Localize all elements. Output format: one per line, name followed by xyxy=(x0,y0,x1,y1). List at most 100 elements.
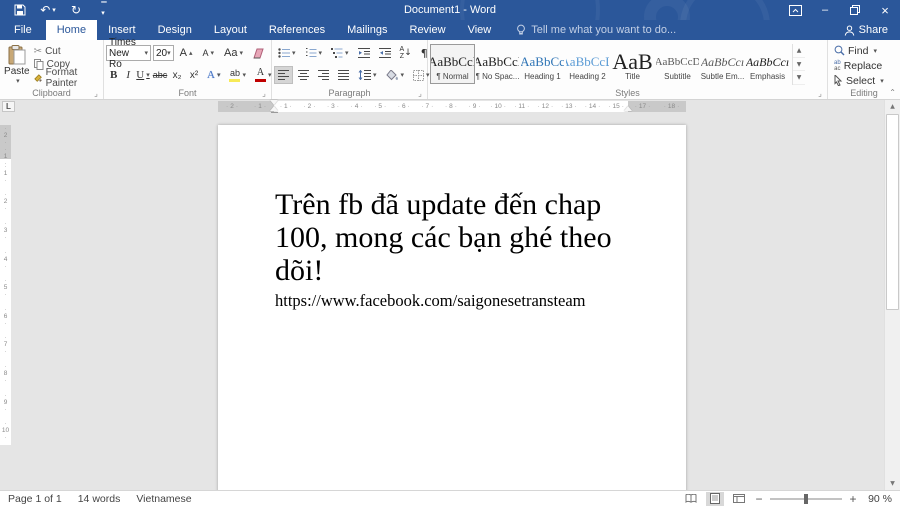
ruler-tick: 10 xyxy=(486,101,510,112)
restore-icon[interactable] xyxy=(840,0,870,20)
right-indent-marker[interactable] xyxy=(624,106,632,111)
increase-indent-button[interactable] xyxy=(375,44,395,62)
page-indicator[interactable]: Page 1 of 1 xyxy=(0,491,70,506)
vertical-ruler-margin: 21 xyxy=(0,125,11,159)
first-line-indent-marker[interactable] xyxy=(270,100,278,105)
subscript-button[interactable]: x₂ xyxy=(169,66,185,84)
zoom-level[interactable]: 90 % xyxy=(864,493,892,505)
paint-bucket-icon xyxy=(386,70,399,81)
ruler-main: 123456789101112131415 xyxy=(274,101,628,112)
cut-button[interactable]: ✂ Cut xyxy=(32,45,101,57)
format-painter-button[interactable]: Format Painter xyxy=(32,71,101,85)
web-layout-button[interactable] xyxy=(730,492,748,506)
share-button[interactable]: Share xyxy=(844,20,900,40)
customize-qat-button[interactable]: ▔▾ xyxy=(92,1,116,19)
grow-font-button[interactable]: A▴ xyxy=(176,44,197,62)
style-subtle-emphasis[interactable]: AaBbCcı Subtle Em... xyxy=(700,44,745,84)
ribbon-display-options-icon[interactable] xyxy=(780,0,810,20)
multilevel-list-button[interactable]: ▾ xyxy=(327,44,353,62)
zoom-out-button[interactable]: − xyxy=(754,492,764,506)
style-heading2[interactable]: AaBbCcD Heading 2 xyxy=(565,44,610,84)
align-center-button[interactable] xyxy=(294,66,313,84)
bold-button[interactable]: B xyxy=(106,66,121,84)
style-heading1[interactable]: AaBbCс Heading 1 xyxy=(520,44,565,84)
print-layout-button[interactable] xyxy=(706,492,724,506)
tab-review[interactable]: Review xyxy=(399,20,457,40)
close-icon[interactable]: × xyxy=(870,0,900,20)
document-page[interactable]: Trên fb đã update đến chap 100, mong các… xyxy=(218,125,686,490)
strikethrough-button[interactable]: abc xyxy=(152,66,168,84)
scroll-up-icon[interactable]: ▲ xyxy=(885,100,900,113)
font-dialog-launcher[interactable]: ⌟ xyxy=(259,88,269,98)
tab-file[interactable]: File xyxy=(0,20,46,40)
gallery-more-icon[interactable]: ▼ xyxy=(793,71,805,85)
word-count[interactable]: 14 words xyxy=(70,491,129,506)
tell-me-placeholder: Tell me what you want to do... xyxy=(531,24,676,36)
vertical-scrollbar[interactable]: ▲ ▼ xyxy=(884,100,900,490)
style-title[interactable]: AaB Title xyxy=(610,44,655,84)
tab-mailings[interactable]: Mailings xyxy=(336,20,398,40)
text-effects-button[interactable]: A▾ xyxy=(203,66,224,84)
collapse-ribbon-icon[interactable]: ⌃ xyxy=(889,88,896,97)
tab-home[interactable]: Home xyxy=(46,20,97,40)
style-normal[interactable]: AaBbCcI ¶ Normal xyxy=(430,44,475,84)
align-left-button[interactable] xyxy=(274,66,293,84)
tab-view[interactable]: View xyxy=(457,20,503,40)
font-name-combo[interactable]: Times New Ro▾ xyxy=(106,45,151,61)
paragraph-dialog-launcher[interactable]: ⌟ xyxy=(415,88,425,98)
style-no-spacing[interactable]: AaBbCcI ¶ No Spac... xyxy=(475,44,520,84)
cut-label: Cut xyxy=(45,46,61,57)
style-subtitle[interactable]: AaBbCcD Subtitle xyxy=(655,44,700,84)
minimize-icon[interactable]: – xyxy=(810,0,840,20)
justify-button[interactable] xyxy=(334,66,353,84)
undo-button[interactable]: ↶▾ xyxy=(36,1,60,19)
language-indicator[interactable]: Vietnamese xyxy=(128,491,199,506)
underline-button[interactable]: U▾ xyxy=(135,66,151,84)
paste-button[interactable]: Paste ▾ xyxy=(2,43,32,85)
styles-dialog-launcher[interactable]: ⌟ xyxy=(815,88,825,98)
style-emphasis[interactable]: AaBbCcı Emphasis xyxy=(745,44,790,84)
select-button[interactable]: Select▾ xyxy=(830,73,898,88)
gallery-down-icon[interactable]: ▼ xyxy=(793,58,805,72)
hanging-indent-marker[interactable] xyxy=(270,106,278,111)
gallery-up-icon[interactable]: ▲ xyxy=(793,44,805,58)
bullets-button[interactable]: ▾ xyxy=(274,44,300,62)
sort-arrow-icon: ↓ xyxy=(404,49,412,58)
save-icon[interactable] xyxy=(8,1,32,19)
sort-button[interactable]: AZ ↓ xyxy=(396,44,416,62)
shrink-font-button[interactable]: A▾ xyxy=(198,44,218,62)
scrollbar-thumb[interactable] xyxy=(886,114,899,310)
read-mode-button[interactable] xyxy=(682,492,700,506)
horizontal-ruler: 21 123456789101112131415 1718 xyxy=(218,101,686,112)
decrease-indent-button[interactable] xyxy=(354,44,374,62)
shading-button[interactable]: ▾ xyxy=(382,66,409,84)
align-right-button[interactable] xyxy=(314,66,333,84)
zoom-slider-thumb[interactable] xyxy=(804,494,808,504)
find-button[interactable]: Find▾ xyxy=(830,43,898,58)
clear-formatting-button[interactable] xyxy=(249,44,269,62)
superscript-button[interactable]: x² xyxy=(186,66,202,84)
person-icon xyxy=(844,25,855,36)
select-label: Select xyxy=(846,75,875,87)
ruler-tick: 14 xyxy=(581,101,605,112)
highlight-button[interactable]: ab▾ xyxy=(225,66,250,84)
subscript-label: x₂ xyxy=(173,70,182,81)
replace-button[interactable]: ab ac Replace xyxy=(830,58,898,73)
tab-selector[interactable]: L xyxy=(2,101,15,112)
styles-gallery-scroll: ▲ ▼ ▼ xyxy=(792,44,805,85)
tab-references[interactable]: References xyxy=(258,20,336,40)
zoom-slider[interactable] xyxy=(770,498,842,500)
clipboard-dialog-launcher[interactable]: ⌟ xyxy=(91,88,101,98)
tab-layout[interactable]: Layout xyxy=(203,20,258,40)
redo-button[interactable]: ↻ xyxy=(64,1,88,19)
status-bar: Page 1 of 1 14 words Vietnamese − + 90 % xyxy=(0,490,900,506)
line-spacing-button[interactable]: ▾ xyxy=(354,66,381,84)
zoom-in-button[interactable]: + xyxy=(848,492,858,506)
numbering-button[interactable]: ▾ xyxy=(301,44,327,62)
tell-me-box[interactable]: Tell me what you want to do... xyxy=(516,20,676,40)
tab-design[interactable]: Design xyxy=(147,20,203,40)
scroll-down-icon[interactable]: ▼ xyxy=(885,477,900,490)
font-size-combo[interactable]: 20▾ xyxy=(153,45,174,61)
italic-button[interactable]: I xyxy=(122,66,134,84)
change-case-button[interactable]: Aa▾ xyxy=(220,44,247,62)
